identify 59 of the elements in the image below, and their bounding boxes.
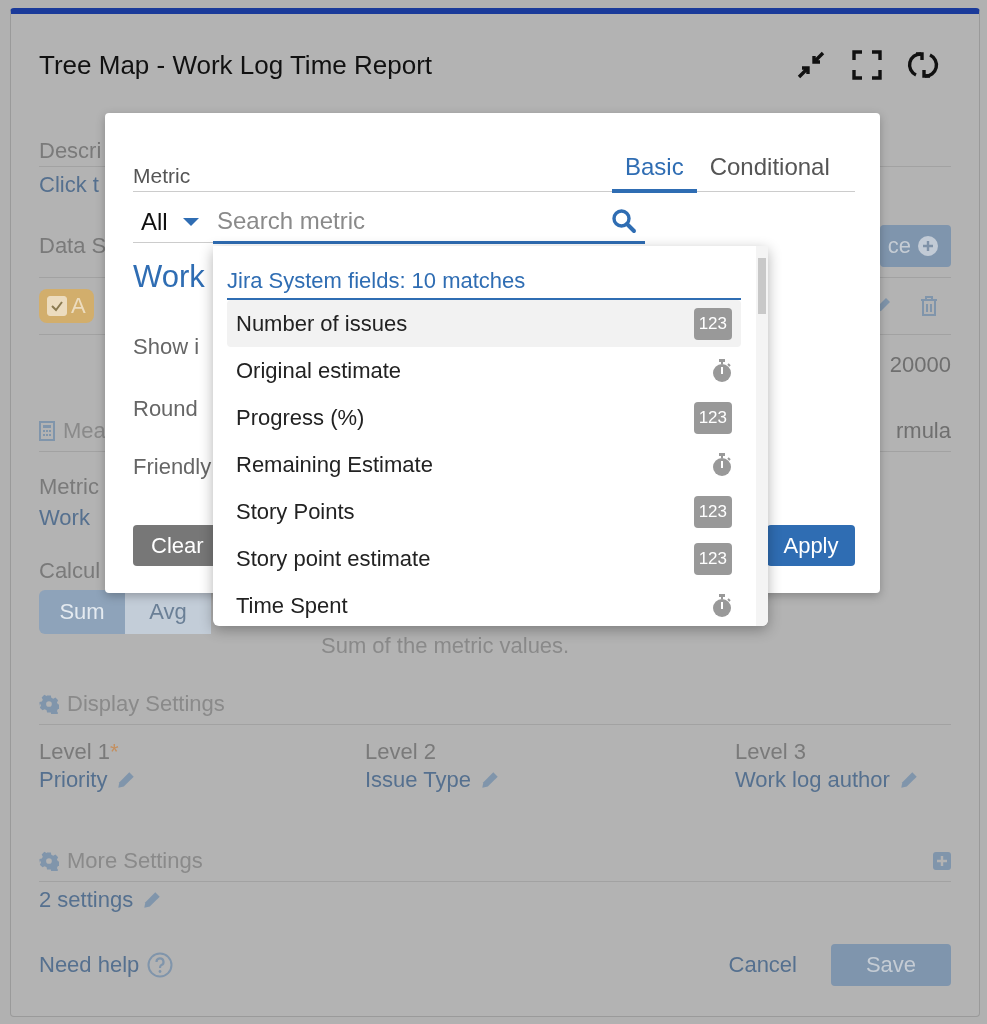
calculation-option[interactable]: Avg <box>125 590 211 634</box>
save-button[interactable]: Save <box>831 944 951 986</box>
checkbox[interactable] <box>47 296 67 316</box>
caret-icon <box>181 216 200 227</box>
number-badge: 123 <box>693 401 732 434</box>
description-link[interactable]: Click t <box>39 172 99 198</box>
refresh-icon[interactable] <box>907 49 939 81</box>
field-label: Calcul <box>39 558 101 584</box>
field-label: Data S <box>39 233 107 259</box>
number-badge: 123 <box>693 495 732 528</box>
stopwatch-icon <box>712 358 732 383</box>
trash-icon[interactable] <box>919 295 939 317</box>
expand-icon[interactable] <box>851 49 883 81</box>
metric-value[interactable]: Work <box>39 505 90 531</box>
expand-section-icon[interactable] <box>933 852 951 870</box>
field-label: Metric <box>39 474 99 500</box>
level-label: Level 1* <box>39 739 120 765</box>
pencil-icon[interactable] <box>479 769 501 791</box>
tab[interactable]: Conditional <box>696 149 843 193</box>
calculation-option[interactable]: Sum <box>39 590 125 634</box>
help-link[interactable]: Need help <box>39 952 140 978</box>
option-label: Round <box>133 396 198 422</box>
option-label: Show i <box>133 334 200 360</box>
number-badge: 123 <box>693 307 732 340</box>
number-badge: 123 <box>693 542 732 575</box>
plus-icon <box>917 235 939 257</box>
search-icon[interactable] <box>611 208 637 234</box>
cancel-button[interactable]: Cancel <box>722 951 803 979</box>
field-label: Descri <box>39 138 102 164</box>
option-label: Friendly <box>133 454 212 480</box>
tab[interactable]: Basic <box>612 149 697 193</box>
metric-option[interactable]: Progress (%) 123 <box>227 394 741 441</box>
formula-link[interactable]: rmula <box>896 418 951 444</box>
metric-option[interactable]: Remaining Estimate <box>227 441 741 488</box>
level-value[interactable]: Priority <box>39 767 108 793</box>
level-label: Level 2 <box>365 739 437 765</box>
help-icon[interactable] <box>147 952 174 978</box>
compress-icon[interactable] <box>795 49 827 81</box>
field-label: Metric <box>133 164 191 188</box>
data-source-chip[interactable]: A <box>39 289 94 323</box>
limit-value: 20000 <box>889 352 951 378</box>
gear-icon <box>39 851 59 871</box>
metric-option[interactable]: Number of issues 123 <box>227 300 741 347</box>
scrollbar[interactable] <box>756 246 768 626</box>
window-title: Tree Map - Work Log Time Report <box>39 49 433 81</box>
stopwatch-icon <box>712 452 732 477</box>
level-label: Level 3 <box>735 739 807 765</box>
check-icon <box>50 299 64 313</box>
calculator-icon <box>39 421 55 441</box>
level-value[interactable]: Work log author <box>735 767 890 793</box>
metric-option[interactable]: Original estimate <box>227 347 741 394</box>
level-value[interactable]: Issue Type <box>365 767 471 793</box>
stopwatch-icon <box>712 593 732 618</box>
selected-metric: Work <box>133 259 205 295</box>
metric-option[interactable]: Time Spent <box>227 582 741 626</box>
gear-icon <box>39 694 59 714</box>
settings-summary[interactable]: 2 settings <box>39 887 134 913</box>
add-data-source-button[interactable]: ce <box>879 225 951 267</box>
apply-button[interactable]: Apply <box>767 525 855 566</box>
